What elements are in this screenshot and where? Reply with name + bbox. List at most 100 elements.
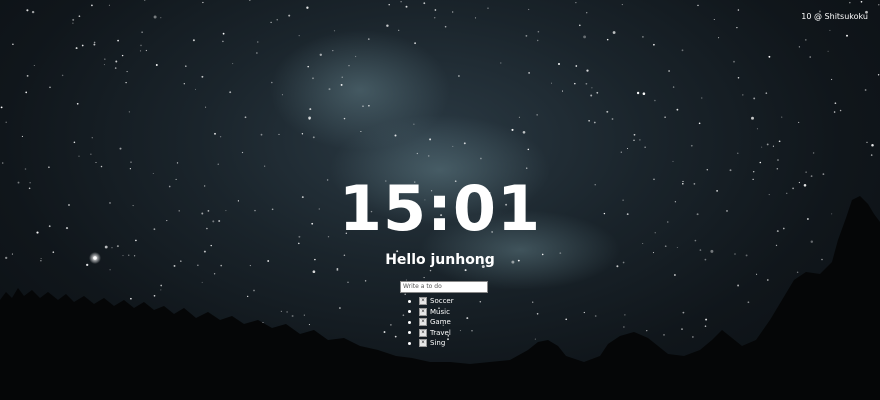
star (278, 133, 280, 135)
star (125, 81, 127, 84)
star (663, 334, 665, 336)
star (248, 0, 251, 1)
star (90, 153, 92, 155)
star (33, 64, 35, 67)
star (368, 105, 370, 107)
star (557, 62, 561, 66)
star (737, 284, 740, 287)
star (319, 53, 322, 56)
star (119, 147, 122, 150)
star (35, 308, 38, 311)
delete-todo-button[interactable]: × (419, 328, 427, 337)
star (511, 128, 514, 131)
star (253, 289, 255, 292)
star (238, 326, 240, 328)
star (280, 310, 283, 313)
star (593, 121, 596, 124)
star (414, 42, 416, 45)
star (525, 34, 528, 37)
star (500, 62, 502, 64)
star (217, 163, 219, 165)
star (390, 324, 392, 326)
star (664, 116, 666, 118)
star (620, 151, 622, 153)
star (827, 50, 829, 52)
star (434, 9, 437, 11)
star (291, 315, 294, 317)
star (733, 60, 735, 63)
star (831, 272, 834, 274)
delete-todo-button[interactable]: × (419, 339, 427, 348)
star (103, 64, 105, 66)
star (256, 52, 258, 54)
star (340, 83, 343, 86)
star (360, 130, 362, 133)
star (362, 105, 364, 107)
star (849, 270, 852, 273)
star (829, 29, 831, 31)
todo-item: × Game (408, 317, 454, 328)
todo-item: × Soccer (408, 296, 454, 307)
star (633, 139, 635, 141)
star (639, 139, 641, 141)
star (91, 137, 94, 139)
star (276, 19, 278, 21)
star (427, 155, 430, 157)
star (487, 7, 489, 9)
star (698, 122, 701, 125)
star (1, 162, 4, 164)
star (341, 76, 343, 78)
star (809, 56, 811, 58)
star (213, 273, 216, 275)
star (210, 244, 212, 247)
star (140, 44, 142, 47)
star (386, 24, 389, 27)
star (222, 32, 225, 35)
star (49, 86, 51, 89)
star (219, 136, 222, 138)
star (804, 39, 807, 41)
weather-location-text: 10 @ Shitsukoku (801, 12, 868, 21)
star (742, 94, 744, 96)
star (682, 311, 685, 314)
star (160, 289, 162, 291)
star (394, 335, 397, 338)
star (574, 82, 576, 85)
star (664, 245, 667, 248)
star (192, 39, 195, 42)
todo-item-label: Sing (430, 339, 446, 348)
star (611, 118, 614, 120)
star (624, 314, 626, 316)
star (809, 325, 812, 327)
star (185, 65, 187, 67)
star (550, 82, 553, 84)
star (585, 82, 588, 85)
star (713, 18, 715, 21)
delete-todo-button[interactable]: × (419, 318, 427, 327)
star (621, 4, 623, 6)
star (849, 1, 851, 4)
delete-todo-button[interactable]: × (419, 297, 427, 306)
star (306, 6, 309, 9)
star (405, 5, 408, 8)
star (575, 65, 578, 67)
star (668, 70, 670, 72)
star (646, 330, 648, 332)
star (5, 121, 7, 124)
star (653, 43, 655, 46)
star (834, 102, 837, 105)
star (765, 92, 768, 94)
star (444, 25, 447, 28)
star (583, 35, 587, 39)
star (586, 69, 589, 72)
star (871, 281, 874, 283)
star (241, 151, 244, 154)
star (772, 145, 774, 147)
star (155, 64, 158, 66)
todo-input[interactable] (400, 280, 488, 293)
star (825, 274, 828, 277)
star (354, 55, 357, 58)
star (78, 15, 81, 18)
greeting-text: Hello junhong (385, 252, 495, 268)
delete-todo-button[interactable]: × (419, 307, 427, 316)
